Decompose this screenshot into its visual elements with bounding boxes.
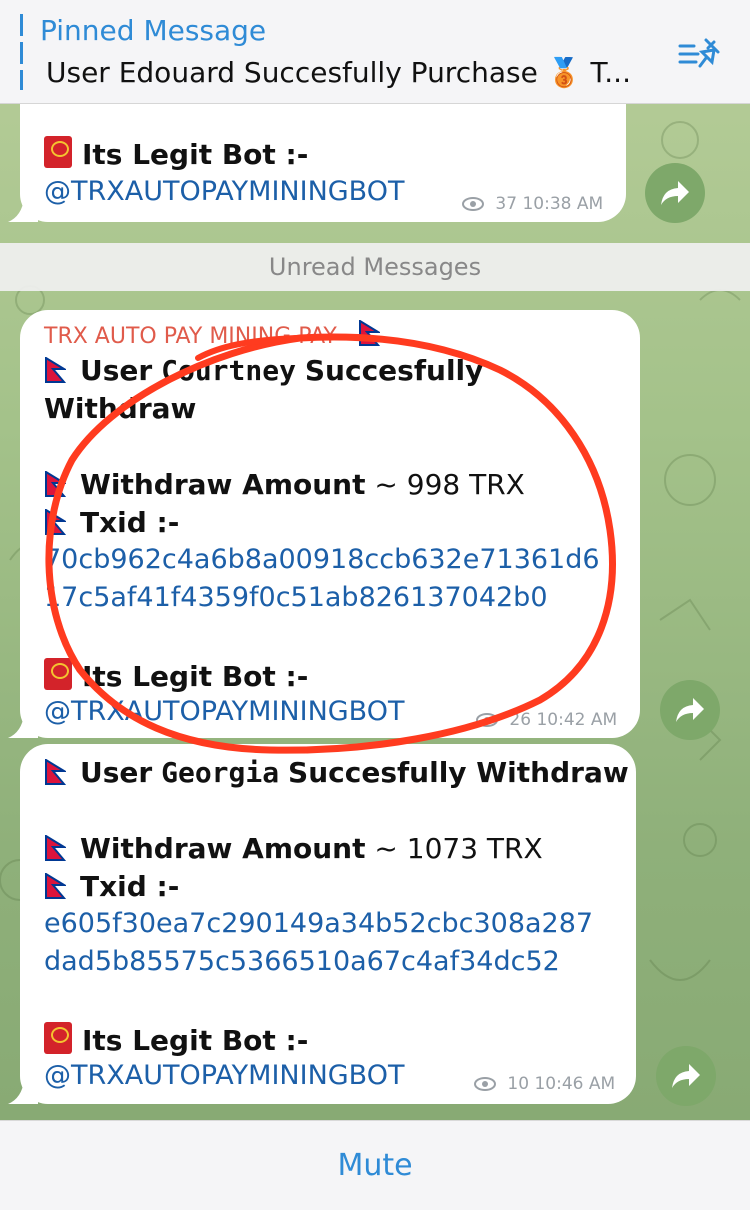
eye-icon [476,713,498,727]
bubble-tail [8,1080,38,1104]
txid-label-line: Txid :- [44,506,179,539]
bot-link[interactable]: @TRXAUTOPAYMININGBOT [44,696,404,727]
bot-link[interactable]: @TRXAUTOPAYMININGBOT [44,1060,404,1091]
message-bubble-courtney[interactable]: TRX AUTO PAY MINING PAY User Courtney Su… [8,310,640,738]
withdraw-line-2: Withdraw [44,392,197,425]
withdraw-amount-line: Withdraw Amount ~ 1073 TRX [44,832,543,865]
bot-link[interactable]: @TRXAUTOPAYMININGBOT [44,176,404,207]
txid-link-line-2[interactable]: 17c5af41f4359f0c51ab826137042b0 [44,582,548,613]
txid-link-line-1[interactable]: e605f30ea7c290149a34b52cbc308a287 [44,908,593,939]
eye-icon [462,197,484,211]
sender-name[interactable]: TRX AUTO PAY MINING PAY [44,320,394,349]
bot-label-line: Its Legit Bot :- [44,1022,308,1057]
pin-list-icon[interactable] [678,36,722,70]
nepal-flag-icon [45,471,66,497]
withdraw-user-line: User Georgia Succesfully Withdraw [44,756,629,789]
message-meta: 10 10:46 AM [474,1074,615,1094]
nepal-flag-icon [358,320,380,346]
red-envelope-icon [44,1022,72,1054]
unread-messages-divider: Unread Messages [0,243,750,291]
mute-button[interactable]: Mute [0,1121,750,1210]
bot-label-line: Its Legit Bot :- [44,658,308,693]
forward-icon [672,1064,700,1088]
txid-link-line-2[interactable]: dad5b85575c5366510a67c4af34dc52 [44,946,560,977]
withdraw-user-line: User Courtney Succesfully [44,354,483,387]
bubble-tail [8,714,38,738]
nepal-flag-icon [45,509,66,535]
message-meta: 26 10:42 AM [476,710,617,730]
forward-button[interactable] [645,163,705,223]
nepal-flag-icon [45,873,66,899]
nepal-flag-icon [45,357,66,383]
nepal-flag-icon [45,759,66,785]
message-bubble-previous[interactable]: Its Legit Bot :- @TRXAUTOPAYMININGBOT 37… [8,104,626,222]
forward-button[interactable] [656,1046,716,1106]
withdraw-amount-line: Withdraw Amount ~ 998 TRX [44,468,525,501]
red-envelope-icon [44,136,72,168]
pinned-indicator [20,14,23,90]
txid-label-line: Txid :- [44,870,179,903]
forward-icon [661,181,689,205]
eye-icon [474,1077,496,1091]
pinned-message-bar[interactable]: Pinned Message User Edouard Succesfully … [0,0,750,104]
message-bubble-georgia[interactable]: User Georgia Succesfully Withdraw Withdr… [8,744,636,1104]
forward-button[interactable] [660,680,720,740]
pinned-text: User Edouard Succesfully Purchase 🥉 T... [46,56,631,89]
bottom-bar: Mute [0,1120,750,1210]
forward-icon [676,698,704,722]
txid-link-line-1[interactable]: 70cb962c4a6b8a00918ccb632e71361d6 [44,544,600,575]
pinned-title: Pinned Message [40,14,267,47]
bubble-tail [8,198,38,222]
nepal-flag-icon [45,835,66,861]
red-envelope-icon [44,658,72,690]
bot-label-line: Its Legit Bot :- [44,136,308,171]
message-meta: 37 10:38 AM [462,194,603,214]
